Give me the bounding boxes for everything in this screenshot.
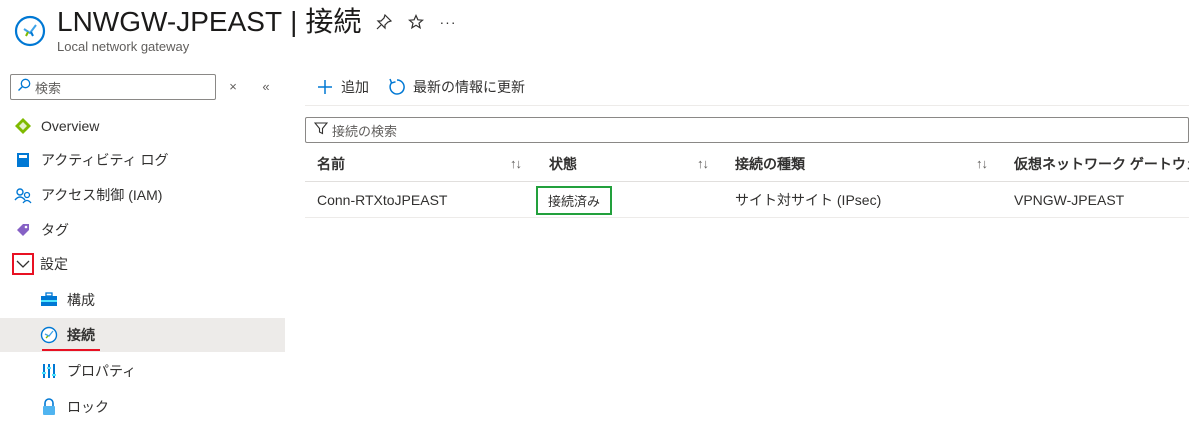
sidebar-item-label: アクティビティ ログ (41, 152, 169, 168)
page-name: 接続 (305, 6, 362, 37)
sidebar-item-label: 構成 (67, 292, 95, 308)
sidebar-item-label: プロパティ (67, 363, 137, 379)
column-header-gateway[interactable]: 仮想ネットワーク ゲートウェイ (1014, 146, 1189, 182)
command-bar: 追加 最新の情報に更新 (305, 68, 1189, 106)
sidebar-item-connections[interactable]: 接続 (0, 318, 285, 352)
sidebar-item-label: 接続 (67, 327, 95, 343)
sidebar-item-iam[interactable]: アクセス制御 (IAM) (0, 178, 285, 212)
refresh-button[interactable]: 最新の情報に更新 (387, 77, 525, 97)
table-header: 名前 ↑↓ 状態 ↑↓ 接続の種類 ↑↓ 仮想ネットワーク ゲートウェイ (305, 146, 1189, 182)
sidebar-group-settings[interactable]: 設定 (0, 247, 285, 281)
sidebar-item-label: アクセス制御 (IAM) (41, 187, 163, 203)
properties-icon (40, 362, 58, 380)
sort-icon[interactable]: ↑↓ (697, 156, 709, 171)
add-button-label: 追加 (341, 78, 369, 95)
star-icon[interactable] (406, 10, 426, 34)
activity-log-icon (14, 151, 32, 169)
sidebar: 検索 × « Overview アクティビティ ログ アクセス制御 (IAM) … (0, 68, 285, 424)
main-content: 追加 最新の情報に更新 接続の検索 名前 ↑↓ 状態 ↑↓ 接続の種類 ↑↓ 仮… (305, 68, 1189, 424)
pin-icon[interactable] (374, 10, 394, 34)
sidebar-item-properties[interactable]: プロパティ (0, 354, 285, 388)
connections-table: 名前 ↑↓ 状態 ↑↓ 接続の種類 ↑↓ 仮想ネットワーク ゲートウェイ Con… (305, 146, 1189, 218)
connection-name-link[interactable]: Conn-RTXtoJPEAST (317, 182, 447, 218)
sidebar-item-tags[interactable]: タグ (0, 213, 285, 247)
lock-icon (40, 398, 58, 416)
column-header-status[interactable]: 状態 (549, 146, 577, 182)
connection-icon (40, 326, 58, 344)
column-header-connection-type[interactable]: 接続の種類 (735, 146, 805, 182)
sidebar-search-input[interactable]: 検索 (10, 74, 216, 100)
sidebar-item-overview[interactable]: Overview (0, 109, 285, 143)
sidebar-item-label: ロック (67, 399, 109, 415)
overview-icon (14, 117, 32, 135)
sidebar-item-activity-log[interactable]: アクティビティ ログ (0, 143, 285, 177)
table-row[interactable]: Conn-RTXtoJPEAST 接続済み サイト対サイト (IPsec) VP… (305, 182, 1189, 218)
sidebar-search-placeholder: 検索 (35, 80, 62, 96)
collapse-sidebar-button[interactable]: « (257, 77, 275, 95)
sidebar-item-label: 設定 (40, 256, 68, 272)
more-icon[interactable]: ··· (438, 10, 458, 34)
resource-name: LNWGW-JPEAST (57, 6, 283, 37)
sidebar-item-label: Overview (41, 118, 100, 134)
refresh-button-label: 最新の情報に更新 (413, 78, 525, 95)
connection-search-input[interactable]: 接続の検索 (305, 117, 1189, 143)
resource-type-subtitle: Local network gateway (57, 39, 190, 54)
connection-type-cell: サイト対サイト (IPsec) (735, 192, 882, 208)
plus-icon (315, 77, 335, 97)
status-cell: 接続済み (536, 182, 613, 218)
configuration-icon (40, 291, 58, 309)
page-title: LNWGW-JPEAST | 接続 (57, 4, 361, 40)
chevron-down-icon[interactable] (12, 253, 34, 275)
local-network-gateway-icon (14, 15, 46, 47)
sidebar-item-configuration[interactable]: 構成 (0, 283, 285, 317)
search-icon (17, 78, 31, 97)
column-header-name[interactable]: 名前 (317, 146, 345, 182)
clear-search-button[interactable]: × (224, 77, 242, 95)
sidebar-item-locks[interactable]: ロック (0, 390, 285, 424)
add-button[interactable]: 追加 (315, 77, 369, 97)
gateway-cell: VPNGW-JPEAST (1014, 192, 1125, 208)
sort-icon[interactable]: ↑↓ (976, 156, 988, 171)
iam-icon (14, 186, 32, 204)
sidebar-item-label: タグ (41, 222, 69, 238)
refresh-icon (387, 77, 407, 97)
selected-item-underline (42, 349, 100, 351)
sort-icon[interactable]: ↑↓ (510, 156, 522, 171)
status-badge: 接続済み (536, 185, 613, 215)
page-header: LNWGW-JPEAST | 接続 ··· Local network gatewa… (0, 0, 1189, 68)
filter-icon (313, 121, 329, 140)
connection-search-placeholder: 接続の検索 (332, 123, 398, 139)
title-separator: | (290, 6, 298, 37)
tag-icon (14, 221, 32, 239)
